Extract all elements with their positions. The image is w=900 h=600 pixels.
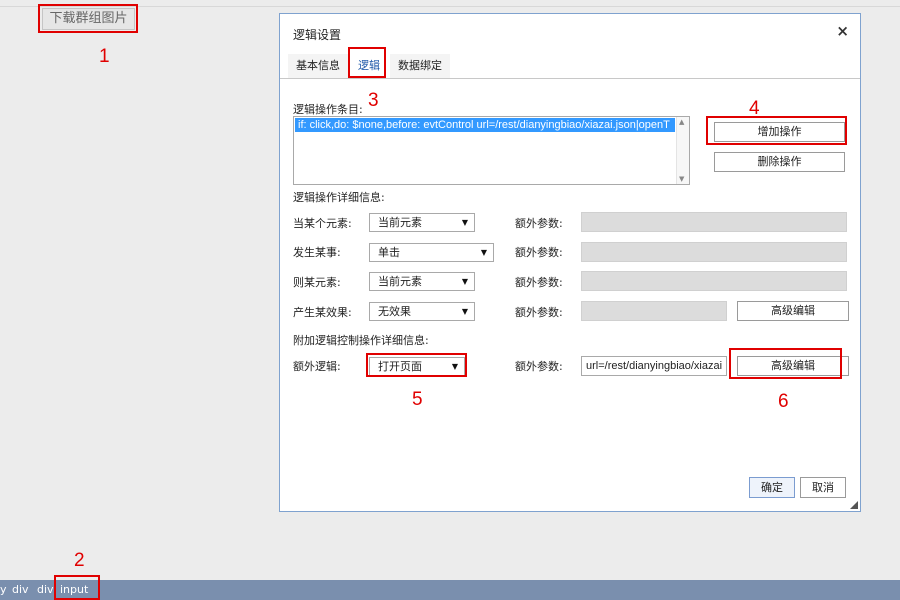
- ops-list-item[interactable]: if: click,do: $none,before: evtControl u…: [295, 118, 675, 132]
- extra-param-label: 额外参数:: [515, 360, 563, 373]
- event-param-input: [581, 242, 847, 262]
- close-icon[interactable]: ×: [836, 22, 849, 40]
- annotation-number-2: 2: [74, 550, 85, 571]
- listbox-scrollbar[interactable]: ▲ ▼: [676, 117, 689, 184]
- row-element-label: 当某个元素:: [293, 217, 352, 230]
- element-param-input: [581, 212, 847, 232]
- row-event-param-label: 额外参数:: [515, 246, 563, 259]
- detail-section-label: 逻辑操作详细信息:: [293, 191, 385, 204]
- annotation-box-1: [38, 4, 138, 33]
- row-event-label: 发生某事:: [293, 246, 341, 259]
- extra-logic-label: 额外逻辑:: [293, 360, 341, 373]
- ok-button[interactable]: 确定: [749, 477, 795, 498]
- annotation-box-3: [348, 47, 386, 78]
- scroll-up-icon[interactable]: ▲: [679, 118, 684, 126]
- element-path-statusbar: y div div input: [0, 580, 900, 600]
- target-param-input: [581, 271, 847, 291]
- element-select[interactable]: 当前元素 ▼: [369, 213, 475, 232]
- scroll-down-icon[interactable]: ▼: [679, 175, 684, 183]
- dropdown-arrow-icon: ▼: [480, 248, 487, 257]
- tab-basic-info[interactable]: 基本信息: [288, 54, 348, 78]
- annotation-number-5: 5: [412, 389, 423, 410]
- annotation-box-4: [706, 116, 847, 145]
- row-effect-param-label: 额外参数:: [515, 306, 563, 319]
- row-target-label: 则某元素:: [293, 276, 341, 289]
- extra-param-input[interactable]: url=/rest/dianyingbiao/xiazai: [581, 356, 727, 376]
- annotation-box-5: [366, 353, 467, 377]
- annotation-number-4: 4: [749, 98, 760, 119]
- ops-listbox[interactable]: if: click,do: $none,before: evtControl u…: [293, 116, 690, 185]
- effect-select[interactable]: 无效果 ▼: [369, 302, 475, 321]
- event-select-value: 单击: [378, 246, 400, 259]
- row-effect-label: 产生某效果:: [293, 306, 352, 319]
- annotation-number-6: 6: [778, 391, 789, 412]
- crumb-div-1[interactable]: div: [12, 580, 29, 600]
- target-select-value: 当前元素: [378, 275, 422, 288]
- tab-data-binding[interactable]: 数据绑定: [390, 54, 450, 78]
- delete-operation-button[interactable]: 删除操作: [714, 152, 845, 172]
- annotation-box-6: [729, 348, 842, 379]
- dialog-title: 逻辑设置: [293, 28, 342, 42]
- crumb-y[interactable]: y: [0, 580, 7, 600]
- tab-divider: [280, 78, 860, 79]
- dropdown-arrow-icon: ▼: [461, 307, 468, 316]
- effect-param-input: [581, 301, 727, 321]
- dropdown-arrow-icon: ▼: [461, 218, 468, 227]
- effect-select-value: 无效果: [378, 305, 411, 318]
- resize-handle-icon[interactable]: [850, 501, 858, 509]
- extra-section-label: 附加逻辑控制操作详细信息:: [293, 334, 429, 347]
- cancel-button[interactable]: 取消: [800, 477, 846, 498]
- crumb-div-2[interactable]: div: [37, 580, 54, 600]
- dropdown-arrow-icon: ▼: [461, 277, 468, 286]
- target-select[interactable]: 当前元素 ▼: [369, 272, 475, 291]
- row-target-param-label: 额外参数:: [515, 276, 563, 289]
- effect-advanced-edit-button[interactable]: 高级编辑: [737, 301, 849, 321]
- annotation-number-3: 3: [368, 90, 379, 111]
- element-select-value: 当前元素: [378, 216, 422, 229]
- event-select[interactable]: 单击 ▼: [369, 243, 494, 262]
- row-element-param-label: 额外参数:: [515, 217, 563, 230]
- annotation-number-1: 1: [99, 46, 110, 67]
- annotation-box-2: [54, 575, 100, 600]
- logic-settings-dialog: 逻辑设置 × 基本信息 逻辑 数据绑定 逻辑操作条目: if: click,do…: [279, 13, 861, 512]
- ops-list-label: 逻辑操作条目:: [293, 103, 363, 116]
